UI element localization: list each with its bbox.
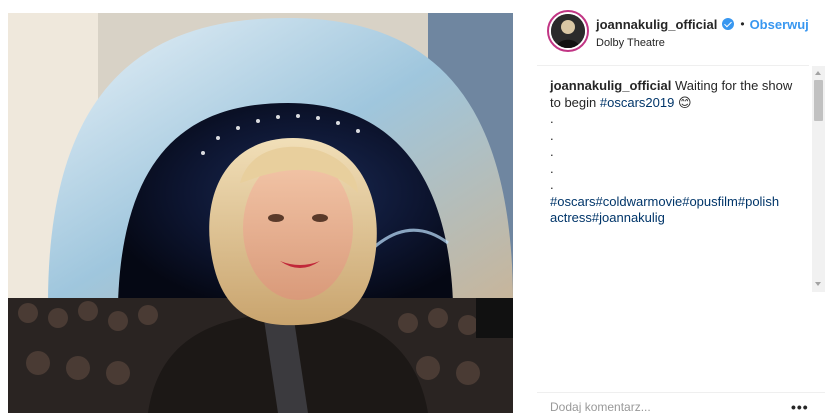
comment-input[interactable] (550, 398, 780, 413)
scroll-up-icon[interactable] (815, 71, 821, 75)
hashtags-link[interactable]: #oscars#coldwarmovie#opusfilm#polish act… (550, 194, 779, 226)
scrollbar-thumb[interactable] (814, 80, 823, 121)
follow-button[interactable]: Obserwuj (750, 17, 809, 32)
verified-badge-icon (722, 18, 735, 30)
location-link[interactable]: Dolby Theatre (596, 36, 821, 50)
username-row: joannakulig_official • Obserwuj (596, 15, 821, 33)
more-options-icon[interactable]: ••• (791, 399, 809, 413)
avatar[interactable] (547, 10, 589, 52)
comments-scrollbar[interactable] (812, 66, 825, 292)
caption-dots: . . . . . (550, 111, 554, 192)
username-link[interactable]: joannakulig_official (596, 17, 717, 32)
hashtag-link[interactable]: #oscars2019 (600, 95, 674, 110)
caption-username-link[interactable]: joannakulig_official (550, 78, 671, 93)
separator-dot: • (740, 17, 745, 31)
header-divider (537, 65, 809, 66)
caption: joannakulig_official Waiting for the sho… (550, 78, 806, 227)
post-photo[interactable] (8, 13, 513, 413)
smile-emoji-icon: 😊 (677, 94, 692, 110)
header-text: joannakulig_official • Obserwuj Dolby Th… (596, 15, 821, 50)
comment-divider (537, 392, 825, 393)
post-photo-image (8, 13, 513, 413)
post-header: joannakulig_official • Obserwuj Dolby Th… (537, 0, 825, 64)
scroll-down-icon[interactable] (815, 282, 821, 286)
avatar-image (551, 14, 585, 48)
post-sidebar: joannakulig_official • Obserwuj Dolby Th… (537, 0, 825, 413)
